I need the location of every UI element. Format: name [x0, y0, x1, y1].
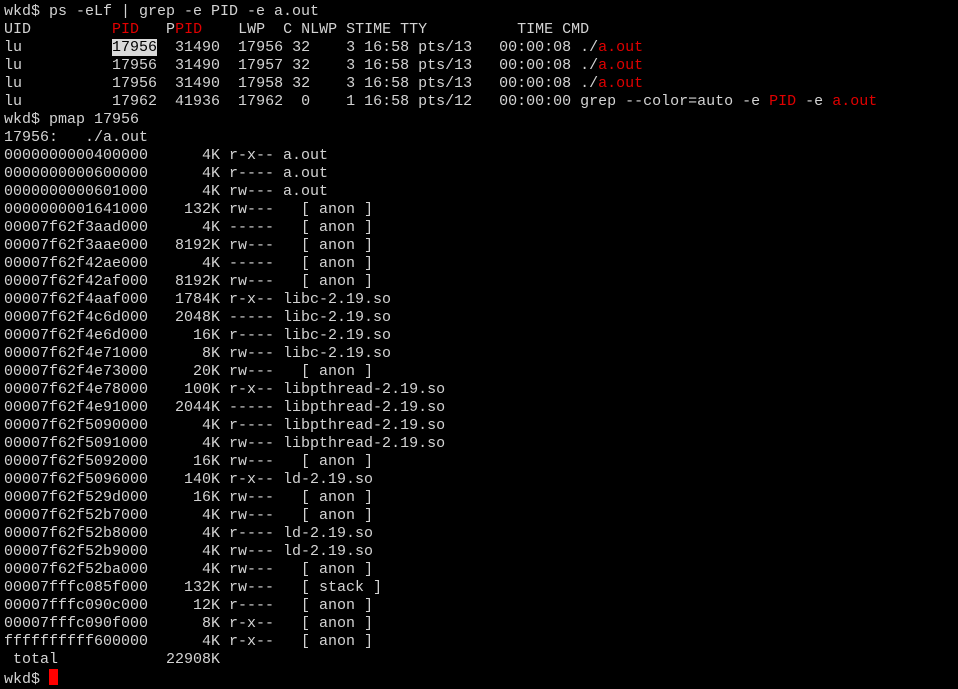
cell-cmd: ./: [580, 75, 599, 92]
prompt: wkd$: [4, 671, 50, 688]
header-rest: LWP C NLWP STIME TTY TIME CMD: [202, 21, 590, 38]
command-line-current[interactable]: wkd$: [4, 669, 958, 688]
cell-uid: lu: [4, 39, 23, 56]
pmap-row: 0000000001641000 132K rw--- [ anon ]: [4, 201, 374, 218]
cell-pid: 17956: [112, 57, 158, 74]
command-line-ps: wkd$ ps -eLf | grep -e PID -e a.out: [4, 3, 958, 21]
cell-cmd: ./: [580, 57, 599, 74]
pmap-row: 00007fffc085f000 132K rw--- [ stack ]: [4, 579, 383, 596]
pmap-row: 00007f62f4aaf000 1784K r-x-- libc-2.19.s…: [4, 291, 392, 308]
cursor-block[interactable]: [49, 669, 59, 685]
pmap-total: total 22908K: [4, 651, 221, 668]
ps-header-row: UID PID PPID LWP C NLWP STIME TTY TIME C…: [4, 21, 958, 39]
cell-cmd-mid: -e: [796, 93, 833, 110]
prompt: wkd$: [4, 111, 50, 128]
cell-cmd-match: a.out: [598, 75, 644, 92]
pmap-row: 00007fffc090f000 8K r-x-- [ anon ]: [4, 615, 374, 632]
pmap-row: 00007f62f5091000 4K rw--- libpthread-2.1…: [4, 435, 446, 452]
ps-row: lu 17956 31490 17957 32 3 16:58 pts/13 0…: [4, 57, 958, 75]
pmap-row: 00007f62f4c6d000 2048K ----- libc-2.19.s…: [4, 309, 392, 326]
cell-rest: 31490 17957 32 3 16:58 pts/13 00:00:08: [157, 57, 581, 74]
header-spacer: [31, 21, 112, 38]
pmap-row: 00007f62f3aae000 8192K rw--- [ anon ]: [4, 237, 374, 254]
pmap-row: 00007f62f5096000 140K r-x-- ld-2.19.so: [4, 471, 374, 488]
ps-row: lu 17956 31490 17958 32 3 16:58 pts/13 0…: [4, 75, 958, 93]
cell-uid: lu: [4, 57, 23, 74]
pmap-row: 00007f62f42af000 8192K rw--- [ anon ]: [4, 273, 374, 290]
cell-pid: 17962: [112, 93, 158, 110]
command-line-pmap: wkd$ pmap 17956: [4, 111, 958, 129]
ps-row: lu 17956 31490 17956 32 3 16:58 pts/13 0…: [4, 39, 958, 57]
pmap-row: 0000000000400000 4K r-x-- a.out: [4, 147, 329, 164]
pmap-row: 00007f62f4e73000 20K rw--- [ anon ]: [4, 363, 374, 380]
pmap-row: 00007f62f5092000 16K rw--- [ anon ]: [4, 453, 374, 470]
command-text: pmap 17956: [49, 111, 140, 128]
pmap-row: 00007f62f4e71000 8K rw--- libc-2.19.so: [4, 345, 392, 362]
pmap-row: 00007f62f52ba000 4K rw--- [ anon ]: [4, 561, 374, 578]
cell-cmd: ./: [580, 39, 599, 56]
pmap-row: 00007f62f42ae000 4K ----- [ anon ]: [4, 255, 374, 272]
pmap-header: 17956: ./a.out: [4, 129, 149, 146]
pmap-row: 00007f62f529d000 16K rw--- [ anon ]: [4, 489, 374, 506]
pmap-row: 00007fffc090c000 12K r---- [ anon ]: [4, 597, 374, 614]
pmap-row: 0000000000600000 4K r---- a.out: [4, 165, 329, 182]
command-text: ps -eLf | grep -e PID -e a.out: [49, 3, 320, 20]
pmap-row: 0000000000601000 4K rw--- a.out: [4, 183, 329, 200]
cell-cmd-match: a.out: [598, 39, 644, 56]
cell-rest: 41936 17962 0 1 16:58 pts/12 00:00:00: [157, 93, 581, 110]
prompt: wkd$: [4, 3, 50, 20]
pmap-row: 00007f62f4e78000 100K r-x-- libpthread-2…: [4, 381, 446, 398]
pmap-row: 00007f62f4e91000 2044K ----- libpthread-…: [4, 399, 446, 416]
col-pid-header: PID: [112, 21, 140, 38]
pmap-row: 00007f62f4e6d000 16K r---- libc-2.19.so: [4, 327, 392, 344]
cell-cmd-match: a.out: [598, 57, 644, 74]
pmap-row: ffffffffff600000 4K r-x-- [ anon ]: [4, 633, 374, 650]
cell-uid: lu: [4, 75, 23, 92]
pmap-row: 00007f62f5090000 4K r---- libpthread-2.1…: [4, 417, 446, 434]
cell-cmd-match-pid: PID: [769, 93, 797, 110]
cell-pid-selected[interactable]: 17956: [112, 39, 158, 56]
pmap-row: 00007f62f52b9000 4K rw--- ld-2.19.so: [4, 543, 374, 560]
pmap-row: 00007f62f52b8000 4K r---- ld-2.19.so: [4, 525, 374, 542]
cell-uid: lu: [4, 93, 23, 110]
ps-row-grep: lu 17962 41936 17962 0 1 16:58 pts/12 00…: [4, 93, 958, 111]
cell-cmd: grep --color=auto -e: [580, 93, 770, 110]
cell-rest: 31490 17958 32 3 16:58 pts/13 00:00:08: [157, 75, 581, 92]
cell-rest: 31490 17956 32 3 16:58 pts/13 00:00:08: [157, 39, 581, 56]
cell-cmd-match-aout: a.out: [832, 93, 878, 110]
cell-pid: 17956: [112, 75, 158, 92]
header-gap: P: [139, 21, 176, 38]
col-ppid-header-match: PID: [175, 21, 203, 38]
col-uid-header: UID: [4, 21, 32, 38]
pmap-row: 00007f62f3aad000 4K ----- [ anon ]: [4, 219, 374, 236]
pmap-row: 00007f62f52b7000 4K rw--- [ anon ]: [4, 507, 374, 524]
terminal-window[interactable]: wkd$ ps -eLf | grep -e PID -e a.out UID …: [0, 0, 958, 688]
